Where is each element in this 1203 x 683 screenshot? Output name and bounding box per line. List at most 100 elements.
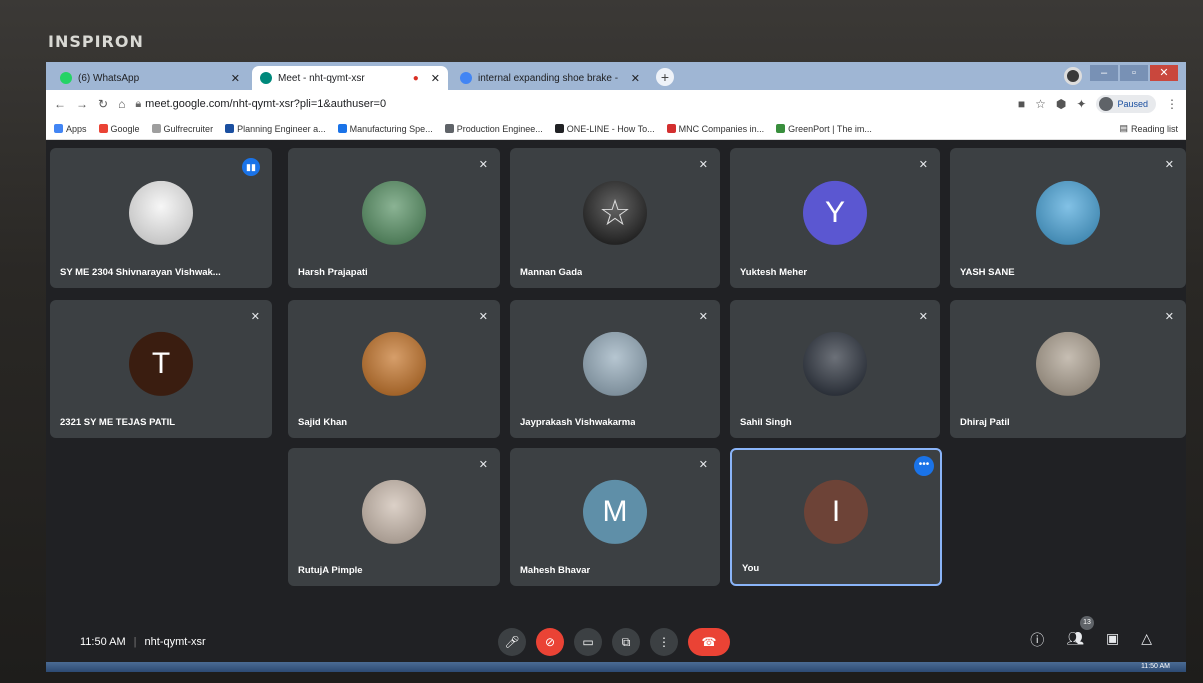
bookmark-label: Google xyxy=(110,123,140,134)
participant-tile[interactable]: ☆ ✕ Mannan Gada xyxy=(510,148,720,288)
tile-options-button[interactable]: ••• xyxy=(914,456,934,476)
participant-tile[interactable]: I ••• You xyxy=(730,448,942,586)
url-text: meet.google.com/nht-qymt-xsr?pli=1&authu… xyxy=(145,97,387,110)
bookmark-item[interactable]: Google xyxy=(98,123,140,134)
meet-bottom-bar: 11:50 AM | nht-qymt-xsr 🎤︎ ⊘ ▭ ⧉ ⋮ ☎ ⓘ 👥︎ … xyxy=(46,616,1186,662)
close-icon[interactable]: ✕ xyxy=(631,72,640,85)
avatar: I xyxy=(804,479,868,544)
window-controls: – ▫ ✕ xyxy=(1090,65,1178,81)
star-icon[interactable]: ☆ xyxy=(1035,97,1046,111)
bookmark-item[interactable]: ONE-LINE - How To... xyxy=(554,124,655,134)
participant-tile[interactable]: ✕ Sajid Khan xyxy=(288,300,500,438)
participant-tile[interactable]: ✕ Sahil Singh xyxy=(730,300,940,438)
forward-arrow-icon[interactable]: → xyxy=(76,97,88,111)
participant-tile[interactable]: ✕ Jayprakash Vishwakarma xyxy=(510,300,720,438)
participant-tile[interactable]: ✕ Dhiraj Patil xyxy=(950,300,1186,438)
site-icon xyxy=(151,124,161,133)
bookmark-label: Manufacturing Spe... xyxy=(349,123,433,134)
side-controls: ⓘ 👥︎ ▣ △ xyxy=(1030,630,1152,650)
close-icon[interactable]: ✕ xyxy=(231,72,240,85)
mic-off-icon: ✕ xyxy=(918,159,928,171)
meet-icon xyxy=(260,72,272,84)
avatar xyxy=(1099,97,1114,111)
bookmark-label: Apps xyxy=(66,123,87,134)
participant-tile[interactable]: ✕ YASH SANE xyxy=(950,148,1186,288)
more-options-button[interactable]: ⋮ xyxy=(650,628,678,656)
participant-tile[interactable]: T ✕ 2321 SY ME TEJAS PATIL xyxy=(50,300,272,438)
camera-icon[interactable]: ■ xyxy=(1018,97,1025,111)
mic-off-icon: ✕ xyxy=(698,159,708,171)
participant-name: Harsh Prajapati xyxy=(298,267,368,278)
close-window-button[interactable]: ✕ xyxy=(1150,65,1178,81)
chrome-profile-icon[interactable] xyxy=(1064,67,1082,85)
bookmark-item[interactable]: Apps xyxy=(54,124,87,134)
reload-icon[interactable]: ↻ xyxy=(98,97,108,111)
mic-off-icon: ✕ xyxy=(478,311,488,323)
home-icon[interactable]: ⌂ xyxy=(118,97,125,111)
tab-meet[interactable]: Meet - nht-qymt-xsr ● ✕ xyxy=(252,66,448,90)
laptop-bezel: INSPIRON (6) WhatsApp ✕ Meet - nht-qymt-… xyxy=(0,0,1203,683)
back-arrow-icon[interactable]: ← xyxy=(54,97,66,111)
site-icon xyxy=(666,124,676,133)
close-icon[interactable]: ✕ xyxy=(431,72,440,85)
new-tab-button[interactable]: + xyxy=(656,68,674,86)
bookmark-item[interactable]: Production Enginee... xyxy=(444,124,543,134)
reading-list-button[interactable]: ▤ Reading list xyxy=(1119,123,1178,134)
tab-whatsapp[interactable]: (6) WhatsApp ✕ xyxy=(52,66,248,90)
mic-off-icon: ✕ xyxy=(478,459,488,471)
participant-name: Jayprakash Vishwakarma xyxy=(520,417,636,428)
avatar xyxy=(583,331,647,396)
participant-tile[interactable]: M ✕ Mahesh Bhavar xyxy=(510,448,720,586)
bookmark-item[interactable]: GreenPort | The im... xyxy=(776,124,872,134)
avatar xyxy=(362,180,426,245)
apps-icon xyxy=(54,124,63,133)
whatsapp-icon xyxy=(60,72,72,84)
bookmark-item[interactable]: Manufacturing Spe... xyxy=(337,123,433,134)
participant-tile[interactable]: ▮▮ SY ME 2304 Shivnarayan Vishwak... xyxy=(50,148,272,288)
participant-grid: ▮▮ SY ME 2304 Shivnarayan Vishwak... ✕ Hars… xyxy=(46,140,1186,622)
participant-name: 2321 SY ME TEJAS PATIL xyxy=(60,417,176,428)
participant-tile[interactable]: ✕ Harsh Prajapati xyxy=(288,148,500,288)
participant-name: Mahesh Bhavar xyxy=(520,565,591,576)
avatar xyxy=(803,331,867,396)
avatar xyxy=(362,479,426,544)
meeting-code: nht-qymt-xsr xyxy=(144,636,206,648)
site-icon xyxy=(554,124,564,133)
minimize-button[interactable]: – xyxy=(1090,65,1118,81)
participant-name: RutujA Pimple xyxy=(298,565,363,576)
recording-indicator-icon: ● xyxy=(412,72,419,84)
google-icon xyxy=(460,72,472,84)
bookmark-item[interactable]: Planning Engineer a... xyxy=(225,124,326,134)
tab-title: Meet - nht-qymt-xsr xyxy=(278,72,365,84)
mic-off-icon: ✕ xyxy=(478,159,488,171)
mic-off-icon: ✕ xyxy=(1164,159,1174,171)
meeting-details-button[interactable]: ⓘ xyxy=(1030,630,1044,650)
microphone-button[interactable]: 🎤︎ xyxy=(498,628,526,656)
present-button[interactable]: ⧉ xyxy=(612,628,640,656)
mic-off-icon: ✕ xyxy=(698,459,708,471)
extension-icon[interactable]: ⬢ xyxy=(1056,97,1066,111)
menu-dots-icon[interactable]: ⋮ xyxy=(1166,97,1178,111)
bookmark-label: GreenPort | The im... xyxy=(788,123,872,134)
camera-off-button[interactable]: ⊘ xyxy=(536,628,564,656)
avatar: T xyxy=(129,331,193,396)
tab-title: internal expanding shoe brake - xyxy=(478,72,619,84)
participant-tile[interactable]: ✕ RutujA Pimple xyxy=(288,448,500,586)
mic-off-icon: ✕ xyxy=(1164,311,1174,323)
captions-button[interactable]: ▭ xyxy=(574,628,602,656)
bookmark-item[interactable]: MNC Companies in... xyxy=(666,124,764,134)
puzzle-icon[interactable]: ✦ xyxy=(1076,97,1086,111)
mic-off-icon: ✕ xyxy=(918,311,928,323)
maximize-button[interactable]: ▫ xyxy=(1120,65,1148,81)
tab-google-search[interactable]: internal expanding shoe brake - ✕ xyxy=(452,66,648,90)
people-button[interactable]: 👥︎ xyxy=(1066,630,1084,650)
activities-button[interactable]: △ xyxy=(1141,630,1152,650)
participant-name: Mannan Gada xyxy=(520,267,583,278)
participant-tile[interactable]: Y ✕ Yuktesh Meher xyxy=(730,148,940,288)
address-bar[interactable]: 🔒︎ meet.google.com/nht-qymt-xsr?pli=1&aut… xyxy=(135,98,1008,111)
avatar xyxy=(1036,331,1100,396)
bookmark-item[interactable]: Gulfrecruiter xyxy=(151,124,213,134)
profile-paused-button[interactable]: Paused xyxy=(1096,95,1156,113)
chat-button[interactable]: ▣ xyxy=(1106,630,1119,650)
leave-call-button[interactable]: ☎ xyxy=(688,628,730,656)
